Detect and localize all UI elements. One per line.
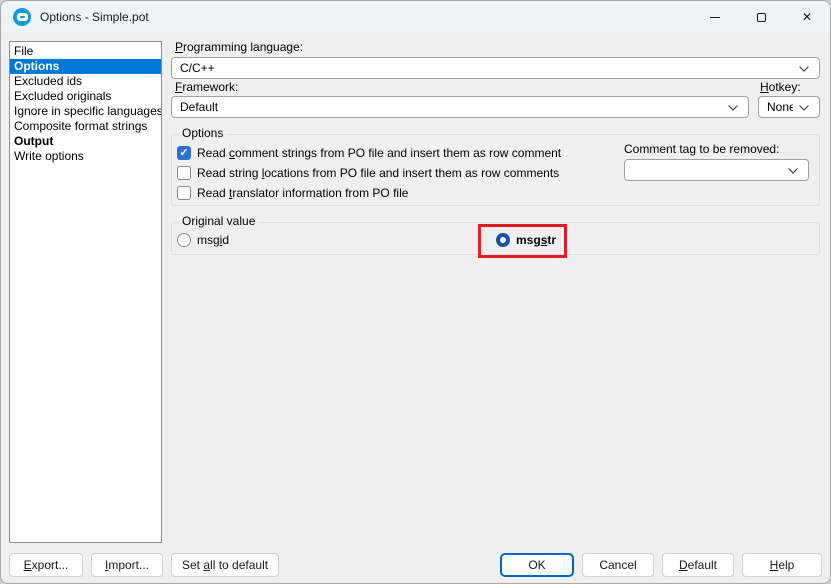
close-button[interactable]: ✕ xyxy=(784,1,830,33)
minimize-icon xyxy=(710,17,720,18)
annotation-highlight-box xyxy=(478,224,567,258)
sidebar-item-output[interactable]: Output xyxy=(10,134,161,149)
checkbox-icon: ✓ xyxy=(177,146,191,160)
options-dialog: Options - Simple.pot ✕ File Options Excl… xyxy=(0,0,831,584)
framework-label: Framework: xyxy=(175,80,238,94)
sidebar-item-composite-format-strings[interactable]: Composite format strings xyxy=(10,119,161,134)
programming-language-value: C/C++ xyxy=(180,61,215,75)
checkbox-label: Read string locations from PO file and i… xyxy=(197,166,559,180)
sidebar-item-options[interactable]: Options xyxy=(10,59,161,74)
set-all-to-default-button[interactable]: Set all to default xyxy=(171,553,279,577)
close-icon: ✕ xyxy=(802,11,812,23)
checkbox-read-comment-strings[interactable]: ✓ Read comment strings from PO file and … xyxy=(177,146,561,160)
chevron-down-icon xyxy=(727,104,739,112)
sidebar-item-excluded-ids[interactable]: Excluded ids xyxy=(10,74,161,89)
chevron-down-icon xyxy=(798,65,810,73)
dialog-body: File Options Excluded ids Excluded origi… xyxy=(1,33,830,584)
hotkey-label: Hotkey: xyxy=(760,80,801,94)
export-button[interactable]: Export... xyxy=(9,553,83,577)
chevron-down-icon xyxy=(787,167,799,175)
checkbox-icon: ✓ xyxy=(177,186,191,200)
window-controls: ✕ xyxy=(692,1,830,33)
footer-right-buttons: OK Cancel Default Help xyxy=(500,553,822,577)
titlebar: Options - Simple.pot ✕ xyxy=(1,1,830,33)
cancel-button[interactable]: Cancel xyxy=(582,553,654,577)
maximize-button[interactable] xyxy=(738,1,784,33)
checkbox-icon: ✓ xyxy=(177,166,191,180)
sidebar-item-excluded-originals[interactable]: Excluded originals xyxy=(10,89,161,104)
category-list: File Options Excluded ids Excluded origi… xyxy=(9,41,162,543)
comment-tag-combobox[interactable] xyxy=(624,159,809,181)
hotkey-combobox[interactable]: None xyxy=(758,96,820,118)
maximize-icon xyxy=(757,13,766,22)
radio-msgid[interactable]: msgid xyxy=(177,233,229,247)
hotkey-value: None xyxy=(767,100,793,114)
window-title: Options - Simple.pot xyxy=(40,10,149,24)
sidebar-item-file[interactable]: File xyxy=(10,44,161,59)
options-group-title: Options xyxy=(178,126,227,140)
ok-button[interactable]: OK xyxy=(500,553,574,577)
footer-left-buttons: Export... Import... Set all to default xyxy=(9,553,279,577)
default-button[interactable]: Default xyxy=(662,553,734,577)
app-icon xyxy=(13,8,31,26)
framework-combobox[interactable]: Default xyxy=(171,96,749,118)
import-button[interactable]: Import... xyxy=(91,553,163,577)
checkbox-label: Read translator information from PO file xyxy=(197,186,408,200)
original-value-group-title: Original value xyxy=(178,214,259,228)
minimize-button[interactable] xyxy=(692,1,738,33)
comment-tag-label: Comment tag to be removed: xyxy=(624,142,779,156)
framework-value: Default xyxy=(180,100,218,114)
sidebar-item-write-options[interactable]: Write options xyxy=(10,149,161,164)
help-button[interactable]: Help xyxy=(742,553,822,577)
programming-language-combobox[interactable]: C/C++ xyxy=(171,57,820,79)
checkbox-label: Read comment strings from PO file and in… xyxy=(197,146,561,160)
check-icon: ✓ xyxy=(179,148,188,159)
options-panel: Programming language: C/C++ Framework: D… xyxy=(171,33,820,584)
programming-language-label: Programming language: xyxy=(175,40,303,54)
chevron-down-icon xyxy=(798,104,810,112)
sidebar-item-ignore-languages[interactable]: Ignore in specific languages xyxy=(10,104,161,119)
radio-label: msgid xyxy=(197,233,229,247)
checkbox-read-string-locations[interactable]: ✓ Read string locations from PO file and… xyxy=(177,166,559,180)
radio-icon xyxy=(177,233,191,247)
options-group: Options ✓ Read comment strings from PO f… xyxy=(171,134,820,206)
checkbox-read-translator-info[interactable]: ✓ Read translator information from PO fi… xyxy=(177,186,408,200)
